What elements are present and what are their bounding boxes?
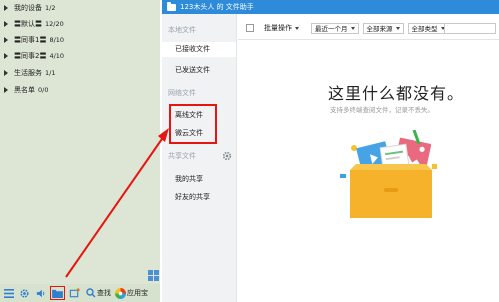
group-blacklist[interactable]: 黑名单 0/0	[4, 84, 48, 96]
group-my-devices[interactable]: 我的设备 1/2	[4, 2, 55, 14]
highlight-box	[169, 104, 217, 144]
source-filter-select[interactable]: 全部来源	[362, 22, 404, 34]
group-label: 黑名单	[14, 86, 35, 94]
menu-icon[interactable]	[2, 287, 15, 300]
group-count: 1/2	[45, 4, 56, 12]
folder-illustration	[340, 130, 437, 218]
group-label: 我的设备	[14, 4, 42, 12]
window-title: 123木头人 的 文件助手	[180, 3, 254, 11]
group-label: 〓同事1〓	[14, 36, 47, 44]
expand-arrow-icon	[4, 53, 8, 59]
nav-my-shared[interactable]: 我的共享	[175, 174, 203, 184]
section-shared-files: 共享文件	[168, 152, 196, 160]
group-life-services[interactable]: 生活服务 1/1	[4, 67, 55, 79]
divider	[238, 39, 499, 40]
group-label: 生活服务	[14, 69, 42, 77]
batch-label: 批量操作	[264, 24, 292, 32]
folder-icon[interactable]	[50, 286, 65, 300]
contacts-panel: 我的设备 1/2 〓默认〓 12/20 〓同事1〓 8/10 〓同事2〓 4/1…	[0, 0, 160, 302]
gear-icon[interactable]	[18, 287, 31, 300]
nav-sent-files[interactable]: 已发送文件	[175, 65, 210, 75]
group-count: 4/10	[49, 52, 65, 60]
screen: 我的设备 1/2 〓默认〓 12/20 〓同事1〓 8/10 〓同事2〓 4/1…	[0, 0, 499, 302]
folder-icon	[167, 1, 176, 11]
group-label: 〓同事2〓	[14, 52, 47, 60]
group-count: 1/1	[45, 69, 56, 77]
group-count: 0/0	[38, 86, 49, 94]
sidebar: 本地文件 已接收文件 已发送文件 网络文件 离线文件 微云文件 共享文件 我的共…	[162, 14, 237, 302]
section-local-files: 本地文件	[168, 26, 196, 34]
app-store-label[interactable]: 应用宝	[127, 288, 148, 298]
select-all-checkbox[interactable]	[246, 24, 254, 32]
caret-down-icon	[295, 26, 299, 30]
group-label: 〓默认〓	[14, 20, 42, 28]
gear-icon[interactable]	[222, 151, 232, 161]
nav-friends-shared[interactable]: 好友的共享	[175, 192, 210, 202]
source-filter-label: 全部来源	[366, 25, 393, 33]
empty-state-subtitle: 支持多终端查阅文件，记录不丢失。	[330, 106, 434, 114]
expand-arrow-icon	[4, 70, 8, 76]
group-count: 12/20	[45, 20, 64, 28]
expand-arrow-icon	[4, 21, 8, 27]
speaker-icon[interactable]	[34, 287, 47, 300]
expand-arrow-icon	[4, 37, 8, 43]
search-input[interactable]	[444, 23, 496, 34]
type-filter-select[interactable]: 全部类型	[407, 22, 449, 34]
caret-down-icon	[395, 26, 400, 30]
type-filter-label: 全部类型	[411, 25, 438, 33]
search-icon[interactable]	[84, 287, 97, 300]
group-count: 8/10	[49, 36, 65, 44]
time-filter-select[interactable]: 最近一个月	[311, 22, 359, 34]
file-assistant-window: 123木头人 的 文件助手 本地文件 已接收文件 已发送文件 网络文件 离线文件…	[162, 0, 499, 302]
group-colleague-1[interactable]: 〓同事1〓 8/10	[4, 34, 64, 46]
title-bar: 123木头人 的 文件助手	[162, 0, 499, 14]
time-filter-label: 最近一个月	[315, 25, 348, 33]
screenshot-icon[interactable]	[68, 287, 81, 300]
group-default[interactable]: 〓默认〓 12/20	[4, 18, 64, 30]
app-store-icon[interactable]	[114, 287, 127, 300]
nav-received-files[interactable]: 已接收文件	[162, 42, 236, 57]
empty-state-title: 这里什么都没有。	[328, 84, 465, 103]
group-colleague-2[interactable]: 〓同事2〓 4/10	[4, 50, 64, 62]
expand-arrow-icon	[4, 5, 8, 11]
caret-down-icon	[350, 26, 355, 30]
bottom-toolbar: 查找 应用宝	[0, 284, 160, 302]
section-network-files: 网络文件	[168, 89, 196, 97]
grid-icon[interactable]	[148, 270, 159, 281]
expand-arrow-icon	[4, 87, 8, 93]
search-label[interactable]: 查找	[97, 288, 111, 298]
batch-operation-button[interactable]: 批量操作	[264, 23, 299, 33]
